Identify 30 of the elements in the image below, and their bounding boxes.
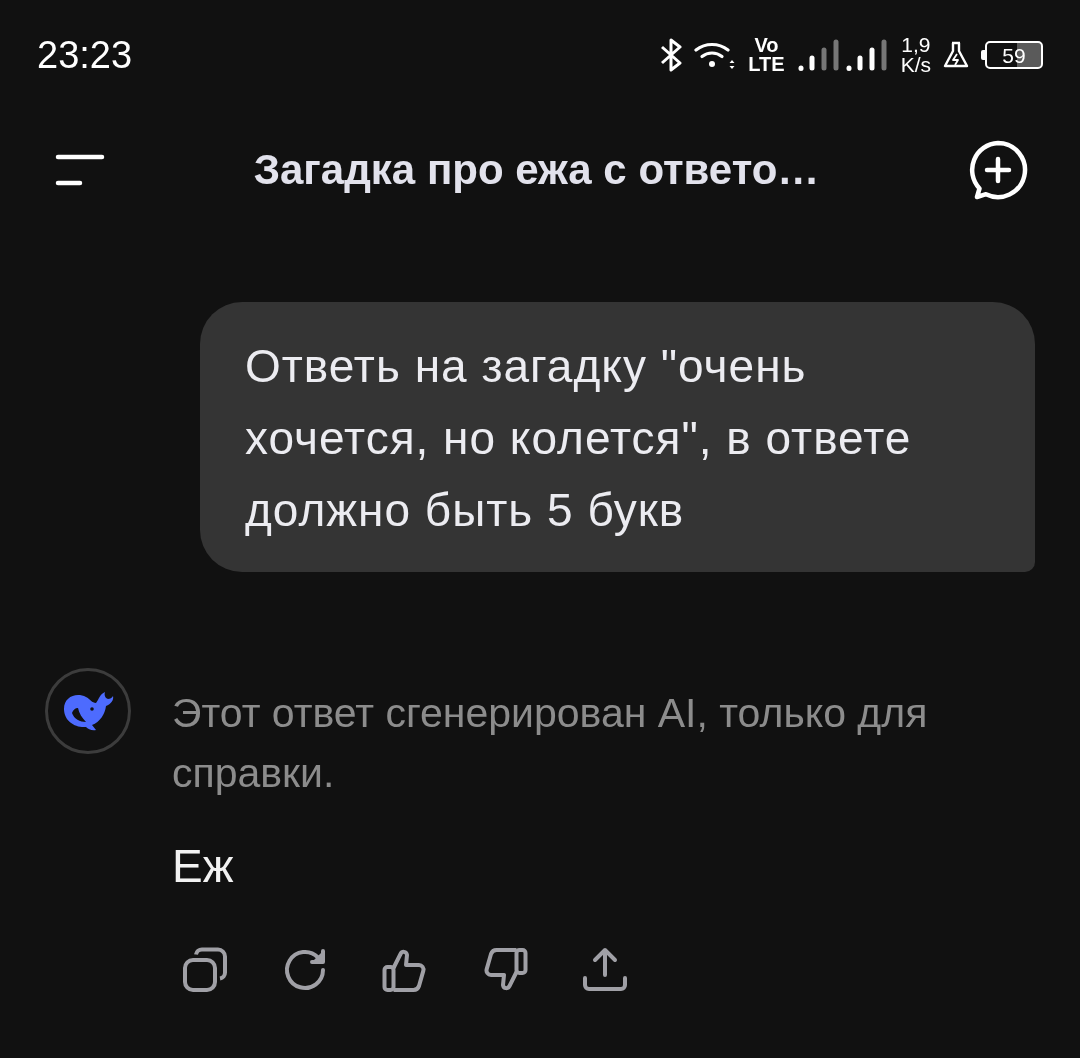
thumbs-up-icon [382, 947, 428, 993]
refresh-icon [282, 947, 328, 993]
chat-plus-icon [968, 140, 1028, 200]
menu-icon [55, 154, 105, 186]
signal-icon [844, 38, 889, 72]
copy-button[interactable] [182, 947, 228, 993]
bluetooth-icon [660, 38, 683, 72]
thumbs-down-icon [482, 947, 528, 993]
dislike-button[interactable] [482, 947, 528, 993]
flask-icon [943, 41, 969, 69]
assistant-message-text: Еж [172, 839, 234, 894]
wifi-icon [694, 40, 737, 70]
copy-icon [182, 947, 228, 993]
network-type-label: LTE [748, 55, 785, 74]
regenerate-button[interactable] [282, 947, 328, 993]
battery-percentage: 59 [1002, 44, 1026, 66]
ai-disclaimer-text: Этот ответ сгенерирован AI, только для справки. [172, 689, 929, 798]
network-speed-unit: K/s [900, 55, 931, 75]
new-chat-button[interactable] [968, 140, 1028, 200]
signal-icon [796, 38, 841, 72]
network-speed-value: 1,9 [901, 35, 931, 55]
chat-title: Загадка про ежа с ответо… [252, 146, 821, 194]
status-time: 23:23 [37, 33, 133, 77]
share-button[interactable] [582, 947, 628, 993]
user-message-bubble: Ответь на загадку "очень хочется, но колется", в ответе должно быть 5 букв [200, 302, 1035, 572]
whale-avatar-icon [45, 668, 131, 754]
network-type-label: Vo [754, 36, 779, 55]
menu-button[interactable] [55, 154, 105, 186]
like-button[interactable] [382, 947, 428, 993]
share-icon [582, 947, 628, 993]
